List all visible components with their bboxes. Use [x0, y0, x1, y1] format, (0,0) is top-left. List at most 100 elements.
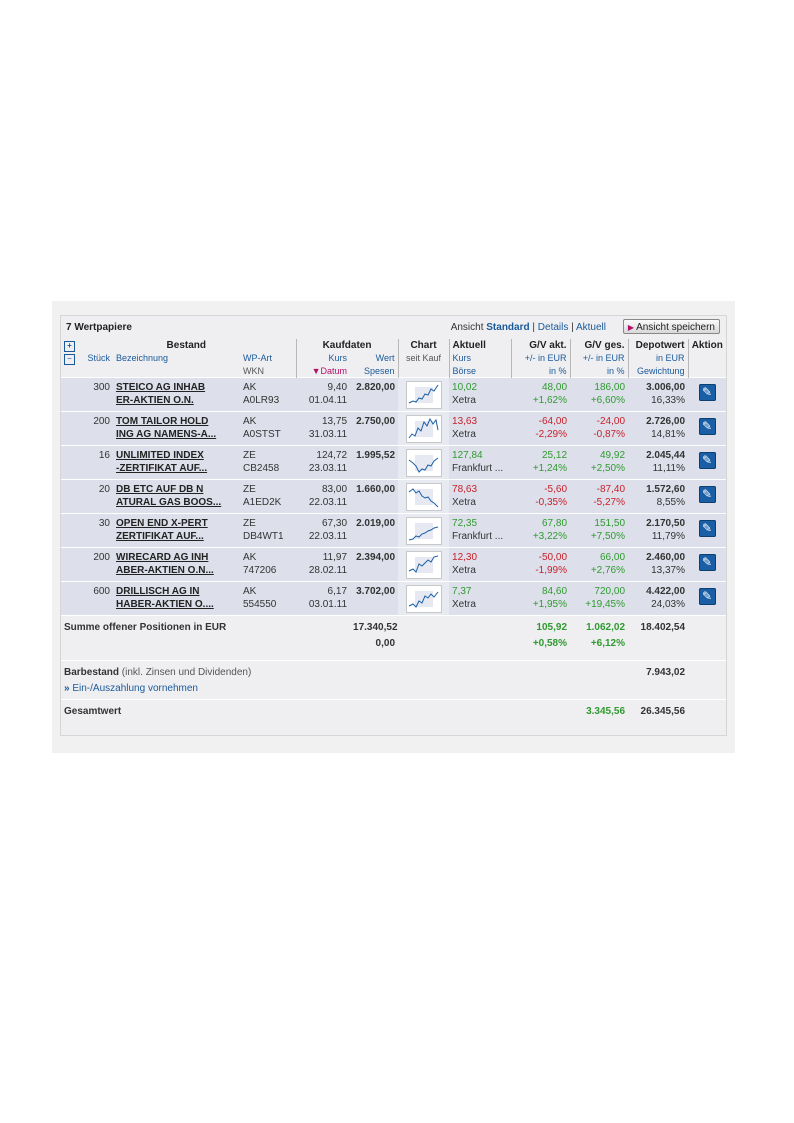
- security-name-link[interactable]: OPEN END X-PERT ZERTIFIKAT AUF...: [116, 518, 208, 542]
- sparkline-chart[interactable]: [405, 585, 442, 613]
- chart-cell[interactable]: [398, 581, 450, 616]
- depotwert: 3.006,00: [646, 382, 686, 393]
- aktion-cell: ✎: [688, 445, 727, 480]
- sort-desc-icon: ▼: [311, 366, 321, 376]
- collapse-all-icon[interactable]: −: [64, 354, 75, 365]
- security-name-line2[interactable]: ER-AKTIEN O.N.: [116, 395, 194, 406]
- expand-all-cell[interactable]: +: [61, 339, 77, 352]
- chart-cell[interactable]: [398, 445, 450, 480]
- chart-cell[interactable]: [398, 513, 450, 548]
- edit-icon[interactable]: ✎: [698, 384, 716, 401]
- security-name-line2[interactable]: ABER-AKTIEN O.N...: [116, 565, 214, 576]
- chart-cell[interactable]: [398, 377, 450, 412]
- security-name-link[interactable]: UNLIMITED INDEX -ZERTIFIKAT AUF...: [116, 450, 207, 474]
- col-stueck[interactable]: Stück: [77, 352, 113, 365]
- deposit-withdraw-link[interactable]: Ein-/Auszahlung vornehmen: [72, 683, 198, 694]
- col-depot-eur[interactable]: in EUR: [628, 352, 689, 365]
- col-kurs[interactable]: Kurs: [296, 352, 350, 365]
- cash-value: 7.943,02: [628, 660, 689, 700]
- aktion-cell: ✎: [688, 547, 727, 582]
- col-boerse[interactable]: Börse: [449, 365, 512, 378]
- security-name-line1[interactable]: STEICO AG INHAB: [116, 382, 205, 393]
- edit-icon[interactable]: ✎: [698, 554, 716, 571]
- security-name-link[interactable]: TOM TAILOR HOLD ING AG NAMENS-A...: [116, 416, 216, 440]
- collapse-all-cell[interactable]: −: [61, 352, 77, 365]
- security-name-line2[interactable]: ZERTIFIKAT AUF...: [116, 531, 204, 542]
- view-standard-link[interactable]: Standard: [486, 322, 529, 333]
- security-name-line1[interactable]: OPEN END X-PERT: [116, 518, 208, 529]
- gewichtung: 11,79%: [651, 531, 686, 542]
- depot-cell: 2.045,44 11,11%: [628, 445, 689, 480]
- wkn: A0STST: [243, 429, 281, 440]
- wp-art: AK: [243, 586, 257, 597]
- col-akt-kurs[interactable]: Kurs: [449, 352, 512, 365]
- sparkline-chart[interactable]: [405, 517, 442, 545]
- edit-icon[interactable]: ✎: [698, 520, 716, 537]
- col-gva-eur[interactable]: +/- in EUR: [511, 352, 571, 365]
- summary-row: Summe offener Positionen in EUR 17.340,5…: [61, 615, 727, 661]
- edit-icon[interactable]: ✎: [698, 486, 716, 503]
- expand-all-icon[interactable]: +: [64, 341, 75, 352]
- security-name-line2[interactable]: ING AG NAMENS-A...: [116, 429, 216, 440]
- col-gvg-pct[interactable]: in %: [570, 365, 629, 378]
- security-name-link[interactable]: DRILLISCH AG IN HABER-AKTIEN O....: [116, 586, 214, 610]
- wpart-wkn-cell: ZE DB4WT1: [240, 513, 297, 548]
- aktuell-cell: 127,84 Frankfurt ...: [449, 445, 512, 480]
- sparkline-chart[interactable]: [405, 483, 442, 511]
- col-gvg-eur[interactable]: +/- in EUR: [570, 352, 629, 365]
- sparkline-chart[interactable]: [405, 381, 442, 409]
- security-name-line1[interactable]: DB ETC AUF DB N: [116, 484, 203, 495]
- security-name-link[interactable]: STEICO AG INHAB ER-AKTIEN O.N.: [116, 382, 205, 406]
- gv-ges-eur: 49,92: [599, 450, 626, 461]
- edit-icon[interactable]: ✎: [698, 588, 716, 605]
- kauf-datum: 31.03.11: [308, 429, 348, 440]
- gv-akt-pct: +3,22%: [532, 531, 568, 542]
- edit-icon[interactable]: ✎: [698, 418, 716, 435]
- security-name-line2[interactable]: -ZERTIFIKAT AUF...: [116, 463, 207, 474]
- total-label: Gesamtwert: [61, 699, 512, 728]
- col-gva-pct[interactable]: in %: [511, 365, 571, 378]
- gv-akt-eur: 84,60: [541, 586, 568, 597]
- save-view-button[interactable]: ▶ Ansicht speichern: [622, 319, 720, 334]
- sparkline-chart[interactable]: [405, 551, 442, 579]
- security-name-cell: DB ETC AUF DB N ATURAL GAS BOOS...: [113, 479, 240, 514]
- sparkline-watermark: [414, 557, 433, 573]
- col-bezeichnung[interactable]: Bezeichnung: [113, 352, 240, 365]
- view-aktuell-link[interactable]: Aktuell: [576, 322, 606, 333]
- col-gewichtung[interactable]: Gewichtung: [628, 365, 689, 378]
- gv-ges-eur: 186,00: [594, 382, 626, 393]
- kauf-datum: 22.03.11: [308, 531, 348, 542]
- security-name-cell: STEICO AG INHAB ER-AKTIEN O.N.: [113, 377, 240, 412]
- col-wert[interactable]: Wert: [350, 352, 399, 365]
- gv-akt-pct: +1,62%: [532, 395, 568, 406]
- security-name-line1[interactable]: UNLIMITED INDEX: [116, 450, 204, 461]
- security-name-line2[interactable]: ATURAL GAS BOOS...: [116, 497, 221, 508]
- gv-akt-cell: 25,12 +1,24%: [511, 445, 571, 480]
- sparkline-chart[interactable]: [405, 415, 442, 443]
- col-spesen[interactable]: Spesen: [350, 365, 399, 378]
- aktion-cell: ✎: [688, 513, 727, 548]
- security-name-cell: OPEN END X-PERT ZERTIFIKAT AUF...: [113, 513, 240, 548]
- security-name-link[interactable]: DB ETC AUF DB N ATURAL GAS BOOS...: [116, 484, 221, 508]
- table-row: 200 WIRECARD AG INH ABER-AKTIEN O.N... AK…: [61, 547, 727, 582]
- gewichtung: 11,11%: [652, 463, 686, 474]
- col-wpart[interactable]: WP-Art: [240, 352, 297, 365]
- security-name-line2[interactable]: HABER-AKTIEN O....: [116, 599, 214, 610]
- security-name-link[interactable]: WIRECARD AG INH ABER-AKTIEN O.N...: [116, 552, 214, 576]
- view-details-link[interactable]: Details: [538, 322, 569, 333]
- sparkline-chart[interactable]: [405, 449, 442, 477]
- kauf-kurs: 6,17: [327, 586, 348, 597]
- chart-cell[interactable]: [398, 547, 450, 582]
- gv-akt-cell: -50,00 -1,99%: [511, 547, 571, 582]
- col-datum[interactable]: ▼Datum: [296, 365, 350, 378]
- gv-ges-pct: +2,50%: [590, 463, 626, 474]
- security-name-line1[interactable]: WIRECARD AG INH: [116, 552, 208, 563]
- edit-icon[interactable]: ✎: [698, 452, 716, 469]
- security-name-line1[interactable]: TOM TAILOR HOLD: [116, 416, 208, 427]
- chart-cell[interactable]: [398, 411, 450, 446]
- summary-gva-cell: 105,92 +0,58%: [511, 615, 571, 661]
- chart-cell[interactable]: [398, 479, 450, 514]
- cash-cell: Barbestand (inkl. Zinsen und Dividenden)…: [61, 660, 512, 700]
- security-name-line1[interactable]: DRILLISCH AG IN: [116, 586, 200, 597]
- aktion-cell: ✎: [688, 411, 727, 446]
